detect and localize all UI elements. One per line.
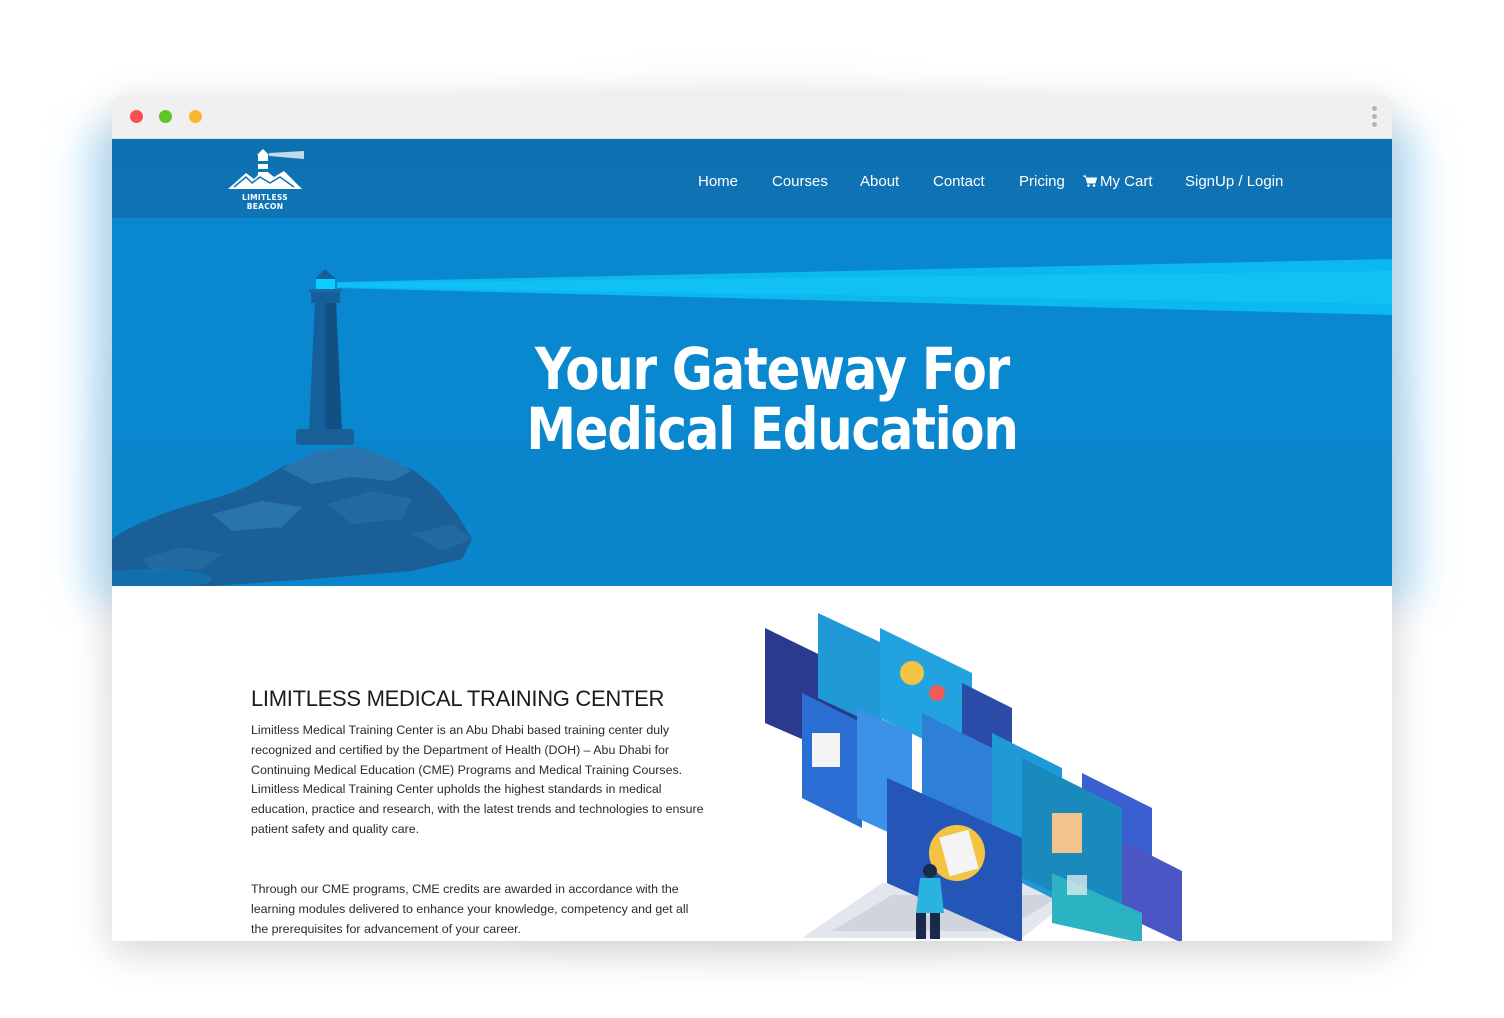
section-title: LIMITLESS MEDICAL TRAINING CENTER (251, 686, 665, 711)
maximize-window-button[interactable] (159, 110, 172, 123)
nav-my-cart[interactable]: My Cart (1083, 169, 1153, 193)
hero-banner: LIMITLESS BEACON Home Courses About Cont… (112, 139, 1392, 586)
nav-signup-login[interactable]: SignUp / Login (1185, 169, 1283, 193)
my-cart-label: My Cart (1100, 172, 1153, 190)
nav-courses[interactable]: Courses (772, 169, 828, 193)
lighthouse-logo-icon (228, 149, 304, 189)
kebab-menu-icon[interactable] (1372, 106, 1378, 128)
hero-title-line1: Your Gateway For (535, 335, 1010, 403)
top-navbar: LIMITLESS BEACON Home Courses About Cont… (112, 139, 1392, 218)
logo-text: LIMITLESS BEACON (241, 193, 288, 211)
limitless-beacon-logo[interactable]: LIMITLESS BEACON (224, 147, 306, 211)
hero-title: Your Gateway For Medical Education (462, 339, 1081, 459)
nav-pricing[interactable]: Pricing (1019, 169, 1065, 193)
about-paragraph-2: Through our CME programs, CME credits ar… (251, 882, 689, 936)
e-learning-illustration (765, 613, 1182, 941)
close-window-button[interactable] (130, 110, 143, 123)
nav-contact[interactable]: Contact (933, 169, 985, 193)
about-section: LIMITLESS MEDICAL TRAINING CENTER Limitl… (112, 586, 1392, 941)
nav-about[interactable]: About (860, 169, 899, 193)
hero-title-line2: Medical Education (526, 395, 1019, 463)
browser-titlebar (112, 95, 1392, 139)
nav-home[interactable]: Home (698, 169, 738, 193)
shopping-cart-icon (1083, 175, 1097, 187)
minimize-window-button[interactable] (189, 110, 202, 123)
browser-window: LIMITLESS BEACON Home Courses About Cont… (112, 95, 1392, 941)
about-paragraph-1: Limitless Medical Training Center is an … (251, 723, 704, 836)
